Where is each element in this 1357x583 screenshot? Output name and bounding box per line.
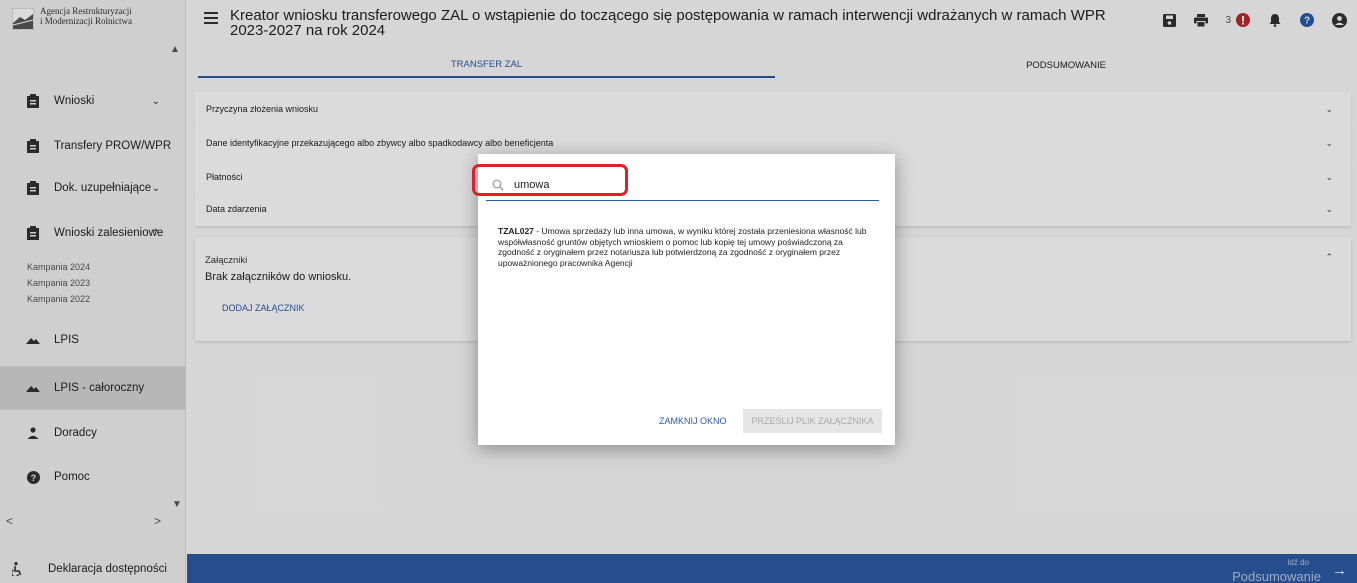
send-attachment-button[interactable]: PRZEŚLIJ PLIK ZAŁĄCZNIKA xyxy=(743,409,882,433)
close-dialog-button[interactable]: ZAMKNIJ OKNO xyxy=(659,416,727,426)
result-description: - Umowa sprzedaży lub inna umowa, w wyni… xyxy=(498,226,867,268)
search-result-item[interactable]: TZAL027 - Umowa sprzedaży lub inna umowa… xyxy=(498,226,878,268)
search-highlight-frame xyxy=(472,164,628,196)
result-code: TZAL027 xyxy=(498,226,534,236)
attachment-search-dialog: TZAL027 - Umowa sprzedaży lub inna umowa… xyxy=(478,154,895,445)
